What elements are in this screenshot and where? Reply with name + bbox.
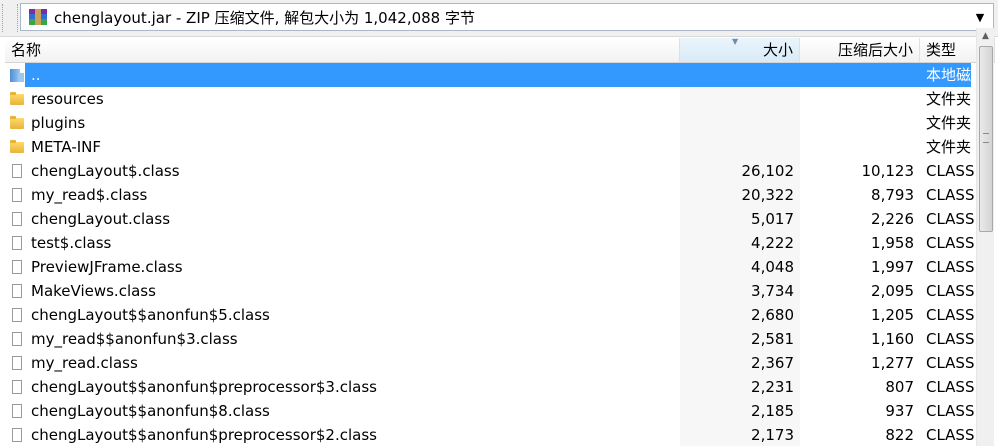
column-header: 名称 大小 压缩后大小 类型 ▼	[5, 37, 995, 63]
item-name: chengLayout$$anonfun$preprocessor$3.clas…	[31, 378, 377, 396]
item-name: ..	[31, 66, 41, 84]
column-header-name[interactable]: 名称	[5, 38, 680, 62]
column-header-size[interactable]: 大小	[680, 38, 800, 62]
item-name: my_read$$anonfun$3.class	[31, 330, 238, 348]
parent-folder-icon	[9, 67, 25, 83]
list-item[interactable]: my_read$$anonfun$3.class 2,581 1,160 CLASS	[5, 327, 995, 351]
toolbar-grip[interactable]	[2, 4, 18, 32]
chevron-down-icon[interactable]: ▼	[971, 11, 989, 24]
list-item[interactable]: chengLayout$$anonfun$8.class 2,185 937 CLAS…	[5, 399, 995, 423]
item-packed-size: 2,095	[871, 282, 914, 300]
file-icon	[9, 427, 25, 443]
vertical-scrollbar[interactable]: ▲	[976, 28, 994, 446]
item-name: chengLayout$$anonfun$preprocessor$2.clas…	[31, 426, 377, 444]
list-item[interactable]: chengLayout$$anonfun$5.class 2,680 1,205 CL…	[5, 303, 995, 327]
item-size: 4,048	[751, 258, 794, 276]
scrollbar-thumb[interactable]	[979, 46, 993, 232]
list-item[interactable]: MakeViews.class 3,734 2,095 CLASS	[5, 279, 995, 303]
item-name: plugins	[31, 114, 86, 132]
item-size: 2,173	[751, 426, 794, 444]
archive-path-combobox[interactable]: chenglayout.jar - ZIP 压缩文件, 解包大小为 1,042,…	[20, 3, 994, 31]
item-packed-size: 10,123	[861, 162, 915, 180]
list-item[interactable]: resources 文件夹	[5, 87, 995, 111]
list-item[interactable]: chengLayout.class 5,017 2,226 CLASS	[5, 207, 995, 231]
item-size: 20,322	[741, 186, 795, 204]
item-name: chengLayout$.class	[31, 162, 180, 180]
item-size: 4,222	[751, 234, 794, 252]
item-size: 3,734	[751, 282, 794, 300]
item-name: test$.class	[31, 234, 112, 252]
list-item[interactable]: test$.class 4,222 1,958 CLASS	[5, 231, 995, 255]
item-name: PreviewJFrame.class	[31, 258, 183, 276]
item-name: my_read.class	[31, 354, 138, 372]
item-size: 2,367	[751, 354, 794, 372]
list-item[interactable]: chengLayout$.class 26,102 10,123 CLASS	[5, 159, 995, 183]
winrar-archive-icon	[29, 9, 47, 25]
item-packed-size: 1,277	[871, 354, 914, 372]
item-name: chengLayout.class	[31, 210, 171, 228]
list-item[interactable]: chengLayout$$anonfun$preprocessor$2.clas…	[5, 423, 995, 446]
folder-icon	[9, 91, 25, 107]
item-name: chengLayout$$anonfun$8.class	[31, 402, 270, 420]
scroll-up-arrow-icon[interactable]: ▲	[977, 28, 994, 45]
column-header-packed-size[interactable]: 压缩后大小	[800, 38, 920, 62]
file-icon	[9, 403, 25, 419]
item-packed-size: 937	[885, 402, 914, 420]
item-packed-size: 1,160	[871, 330, 914, 348]
file-icon	[9, 187, 25, 203]
folder-icon	[9, 115, 25, 131]
list-item[interactable]: chengLayout$$anonfun$preprocessor$3.clas…	[5, 375, 995, 399]
address-bar: chenglayout.jar - ZIP 压缩文件, 解包大小为 1,042,…	[0, 0, 998, 37]
list-item[interactable]: my_read.class 2,367 1,277 CLASS	[5, 351, 995, 375]
file-icon	[9, 355, 25, 371]
list-item[interactable]: PreviewJFrame.class 4,048 1,997 CLASS	[5, 255, 995, 279]
list-item[interactable]: plugins 文件夹	[5, 111, 995, 135]
folder-icon	[9, 139, 25, 155]
file-icon	[9, 211, 25, 227]
file-rows: .. 本地磁 resources 文件夹 plugins 文件夹 META-INF 文件夹 ch…	[5, 63, 995, 446]
item-packed-size: 1,205	[871, 306, 914, 324]
list-item-selected[interactable]: .. 本地磁	[5, 63, 995, 87]
item-packed-size: 2,226	[871, 210, 914, 228]
item-name: META-INF	[31, 138, 102, 156]
file-icon	[9, 307, 25, 323]
file-icon	[9, 283, 25, 299]
list-item[interactable]: my_read$.class 20,322 8,793 CLASS	[5, 183, 995, 207]
file-icon	[9, 379, 25, 395]
sort-descending-icon: ▼	[732, 37, 739, 46]
item-packed-size: 807	[885, 378, 914, 396]
file-icon	[9, 163, 25, 179]
item-size: 2,231	[751, 378, 794, 396]
selection-highlight	[25, 63, 971, 87]
item-name: my_read$.class	[31, 186, 148, 204]
file-icon	[9, 331, 25, 347]
file-icon	[9, 235, 25, 251]
item-packed-size: 1,958	[871, 234, 914, 252]
item-name: MakeViews.class	[31, 282, 156, 300]
file-icon	[9, 259, 25, 275]
item-packed-size: 1,997	[871, 258, 914, 276]
item-name: resources	[31, 90, 104, 108]
item-size: 5,017	[751, 210, 794, 228]
list-item[interactable]: META-INF 文件夹	[5, 135, 995, 159]
item-size: 2,680	[751, 306, 794, 324]
item-packed-size: 822	[885, 426, 914, 444]
archive-path-text: chenglayout.jar - ZIP 压缩文件, 解包大小为 1,042,…	[54, 8, 475, 27]
item-name: chengLayout$$anonfun$5.class	[31, 306, 270, 324]
item-size: 26,102	[741, 162, 795, 180]
item-packed-size: 8,793	[871, 186, 914, 204]
item-size: 2,581	[751, 330, 794, 348]
file-list[interactable]: 名称 大小 压缩后大小 类型 ▼ .. 本地磁 resources 文件夹 plugin…	[5, 36, 995, 446]
item-size: 2,185	[751, 402, 794, 420]
thumb-grip-icon	[983, 133, 989, 143]
